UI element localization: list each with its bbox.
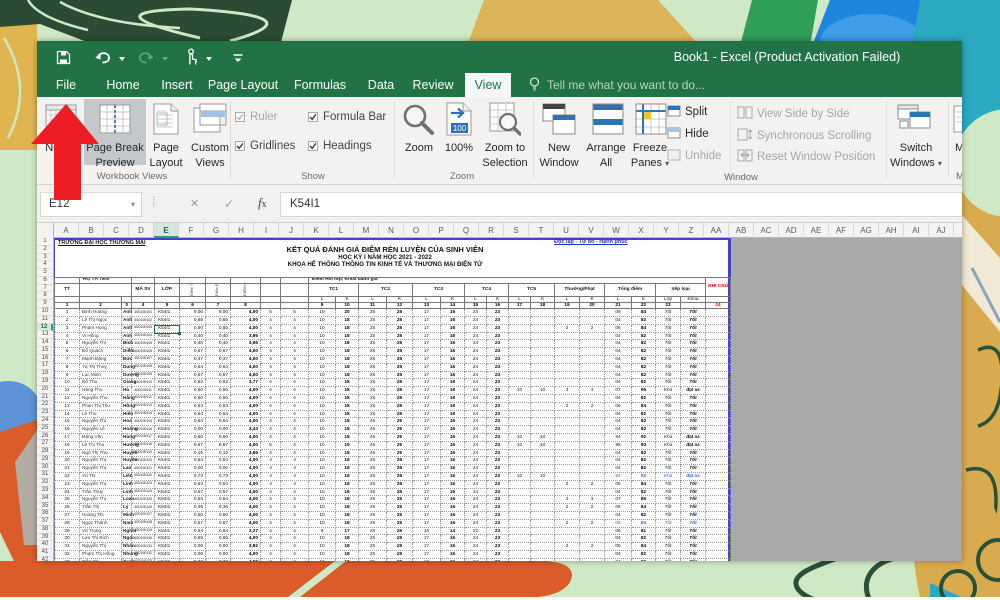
svg-text:100: 100 xyxy=(453,124,467,133)
